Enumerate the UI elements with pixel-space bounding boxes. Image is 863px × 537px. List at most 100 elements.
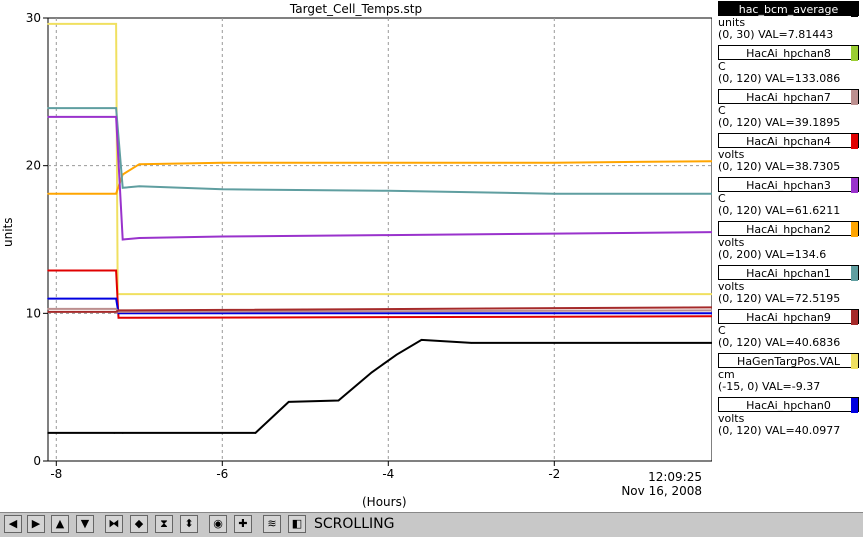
data-point [553,342,556,344]
data-point [115,269,117,272]
data-point [138,237,141,239]
data-point [115,116,117,118]
scroll-up-button[interactable]: ▲ [51,515,69,533]
x-tick-label: -2 [548,467,560,481]
data-point [115,308,117,310]
scroll-right-button[interactable]: ▶ [27,515,45,533]
data-point [387,161,390,164]
status-label: SCROLLING [314,516,395,532]
back-button[interactable]: ◧ [288,515,306,533]
data-point [121,187,124,189]
legend-range-value: (0, 120) VAL=40.6836 [718,336,841,349]
y-tick-label: 0 [33,454,41,468]
data-point [287,401,290,403]
data-point [47,432,49,434]
data-point [47,107,49,109]
legend-series-name[interactable]: HacAi_hpchan2 [718,221,859,237]
scroll-left-button[interactable]: ◀ [4,515,22,533]
data-point [553,161,556,164]
legend-swatch [851,398,858,413]
legend-range-value: (0, 30) VAL=7.81443 [718,28,834,41]
zoom-in-x-button[interactable]: ⧓ [105,515,123,533]
legend-swatch [851,266,858,281]
data-point [254,432,257,434]
data-point [117,316,120,319]
data-point [115,311,117,313]
data-point [121,432,124,434]
legend-series-name[interactable]: hac_bcm_average [718,1,859,17]
data-point [221,235,224,238]
record-button[interactable]: ◉ [209,515,227,533]
scroll-down-button[interactable]: ▼ [76,515,94,533]
legend-swatch [851,310,858,325]
legend-range-value: (0, 200) VAL=134.6 [718,248,827,261]
data-point [138,185,141,188]
legend-series-name[interactable]: HacAi_hpchan0 [718,397,859,413]
data-point [115,107,117,109]
legend-series-name[interactable]: HacAi_hpchan9 [718,309,859,325]
legend-series-name[interactable]: HacAi_hpchan3 [718,177,859,193]
data-point [113,432,116,434]
x-axis-label: (Hours) [362,495,407,509]
data-point [553,192,556,195]
legend-swatch [851,46,858,61]
toolbar: ◀ ▶ ▲ ▼ ⧓ ◆ ⧗ ⬍ ◉ ✚ ≋ ◧ SCROLLING [0,512,863,537]
x-tick-label: -4 [382,467,394,481]
legend-series-name[interactable]: HaGenTargPos.VAL [718,353,859,369]
legend-series-name[interactable]: HacAi_hpchan1 [718,265,859,281]
data-point [121,238,124,241]
data-point [395,353,398,356]
data-point [117,309,120,312]
data-point [47,269,49,272]
y-axis-label: units [1,217,15,247]
legend-swatch [851,354,858,369]
y-tick-label: 10 [26,306,41,320]
data-point [370,371,373,374]
legend-range-value: (0, 120) VAL=40.0977 [718,424,841,437]
data-point [47,308,49,310]
data-point [221,161,224,164]
add-button[interactable]: ✚ [234,515,252,533]
data-point [115,192,117,195]
legend-series-name[interactable]: HacAi_hpchan7 [718,89,859,105]
x-tick-label: -6 [216,467,228,481]
date-readout: Nov 16, 2008 [621,484,702,498]
legend-range-value: (-15, 0) VAL=-9.37 [718,380,821,393]
legend-swatch [851,134,858,149]
legend-swatch [851,178,858,193]
legend-range-value: (0, 120) VAL=72.5195 [718,292,841,305]
time-readout: 12:09:25 [648,470,702,484]
data-point [47,23,49,25]
chart-title: Target_Cell_Temps.stp [289,2,423,16]
data-point [553,232,556,235]
x-tick-label: -8 [50,467,62,481]
legend-series-name[interactable]: HacAi_hpchan8 [718,45,859,61]
data-point [636,342,639,344]
data-point [221,188,224,191]
legend-series-name[interactable]: HacAi_hpchan4 [718,133,859,149]
data-point [47,116,49,118]
data-point [47,192,49,195]
zoom-out-x-button[interactable]: ◆ [130,515,148,533]
data-point [115,23,117,25]
strip-chart: -8 -6 -4 -20102030 [26,11,712,481]
zoom-in-y-button[interactable]: ⧗ [155,515,173,533]
legend-swatch [851,90,858,105]
legend-range-value: (0, 120) VAL=133.086 [718,72,841,85]
plot-frame [47,17,712,462]
data-point [337,399,340,402]
legend-range-value: (0, 120) VAL=39.1895 [718,116,841,129]
data-point [138,163,141,165]
data-point [47,311,49,313]
legend-range-value: (0, 120) VAL=61.6211 [718,204,841,217]
data-point [115,297,117,300]
data-point [387,234,390,236]
legend-range-value: (0, 120) VAL=38.7305 [718,160,841,173]
legend-swatch [851,222,858,237]
data-point [420,339,423,341]
data-point [47,297,49,300]
legend-swatch [851,2,858,17]
zoom-out-y-button[interactable]: ⬍ [180,515,198,533]
data-point [387,189,390,192]
fit-button[interactable]: ≋ [263,515,281,533]
